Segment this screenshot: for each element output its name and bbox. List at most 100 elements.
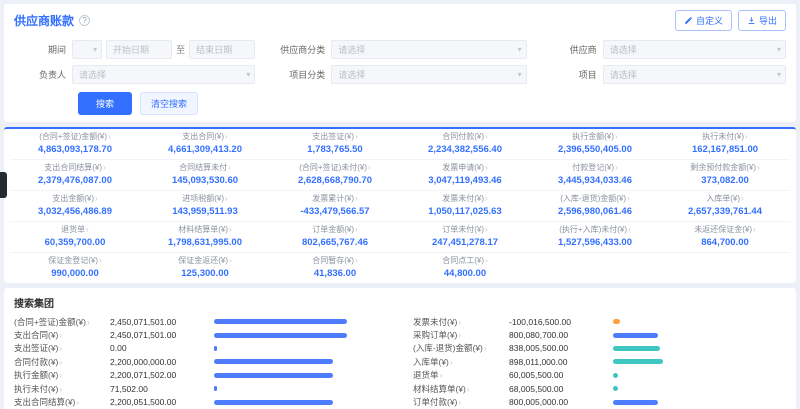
metric-label[interactable]: 材料结算单(¥)› bbox=[413, 383, 509, 395]
chevron-right-icon: › bbox=[59, 384, 62, 394]
metric-bar-track bbox=[214, 346, 387, 351]
project-placeholder: 请选择 bbox=[610, 68, 637, 81]
metric-label[interactable]: 支出合同(¥)› bbox=[14, 329, 110, 341]
end-date-input[interactable]: 结束日期 bbox=[189, 40, 255, 59]
stat-cell[interactable]: 发票申请(¥)› 3,047,119,493.46 bbox=[400, 160, 530, 191]
chevron-right-icon: › bbox=[458, 397, 461, 407]
stat-cell[interactable]: 剩余预付款金额(¥)› 373,082.00 bbox=[660, 160, 790, 191]
start-date-input[interactable]: 开始日期 bbox=[106, 40, 172, 59]
stat-cell[interactable]: (入库-退货)金额(¥)› 2,596,980,061.46 bbox=[530, 191, 660, 222]
chevron-right-icon: › bbox=[753, 225, 756, 234]
stat-cell[interactable]: 合同付款(¥)› 2,234,382,556.40 bbox=[400, 129, 530, 160]
stat-value: 2,596,980,061.46 bbox=[532, 206, 658, 217]
supplier-category-select[interactable]: 请选择 ▾ bbox=[331, 40, 526, 59]
metric-label[interactable]: 订单付款(¥)› bbox=[413, 396, 509, 408]
stat-cell[interactable]: 合同结算未付› 145,093,530.60 bbox=[140, 160, 270, 191]
stat-label: 合同结算未付› bbox=[142, 163, 268, 173]
stat-value: 162,167,851.00 bbox=[662, 144, 788, 155]
start-date-placeholder: 开始日期 bbox=[113, 43, 149, 56]
stat-cell[interactable]: 合同点工(¥)› 44,800.00 bbox=[400, 253, 530, 283]
chevron-right-icon: › bbox=[76, 397, 79, 407]
project-category-select[interactable]: 请选择 ▾ bbox=[331, 65, 526, 84]
metric-label[interactable]: 支出合同结算(¥)› bbox=[14, 396, 110, 408]
stat-cell[interactable]: 未返还保证金(¥)› 864,700.00 bbox=[660, 222, 790, 253]
stat-cell[interactable]: 合同暂存(¥)› 41,836.00 bbox=[270, 253, 400, 283]
metric-row: 采购订单(¥)› 800,080,700.00 bbox=[413, 328, 786, 341]
stat-cell[interactable]: (执行+入库)未付(¥)› 1,527,596,433.00 bbox=[530, 222, 660, 253]
stat-cell[interactable]: 执行未付(¥)› 162,167,851.00 bbox=[660, 129, 790, 160]
chevron-right-icon: › bbox=[355, 194, 358, 203]
metric-value: 2,200,000,000.00 bbox=[110, 357, 214, 367]
metric-row: 退货单› 60,005,500.00 bbox=[413, 369, 786, 382]
metric-bar-track bbox=[214, 359, 387, 364]
breakdown-col-right: 发票未付(¥)› -100,016,500.00 采购订单(¥)› 800,08… bbox=[413, 315, 786, 409]
customize-button[interactable]: 自定义 bbox=[675, 10, 732, 31]
chevron-right-icon: › bbox=[627, 194, 630, 203]
stat-cell[interactable]: 保证金返还(¥)› 125,300.00 bbox=[140, 253, 270, 283]
chevron-right-icon: › bbox=[741, 194, 744, 203]
metric-label[interactable]: (入库-退货)金额(¥)› bbox=[413, 342, 509, 354]
period-type-select[interactable]: ▾ bbox=[72, 40, 102, 59]
stat-cell[interactable]: 发票未付(¥)› 1,050,117,025.63 bbox=[400, 191, 530, 222]
chevron-right-icon: › bbox=[95, 194, 98, 203]
metric-label[interactable]: 发票未付(¥)› bbox=[413, 316, 509, 328]
stat-cell[interactable]: 支出金额(¥)› 3,032,456,486.89 bbox=[10, 191, 140, 222]
stat-value: 1,798,631,995.00 bbox=[142, 237, 268, 248]
stat-cell[interactable]: 保证金登记(¥)› 990,000.00 bbox=[10, 253, 140, 283]
supplier-select[interactable]: 请选择 ▾ bbox=[603, 40, 786, 59]
chevron-right-icon: › bbox=[225, 132, 228, 141]
metric-bar bbox=[214, 400, 333, 405]
stat-label: 支出签证(¥)› bbox=[272, 132, 398, 142]
stat-label: 发票未付(¥)› bbox=[402, 194, 528, 204]
stat-cell[interactable]: 材料结算单(¥)› 1,798,631,995.00 bbox=[140, 222, 270, 253]
stat-cell[interactable]: 订单未付(¥)› 247,451,278.17 bbox=[400, 222, 530, 253]
metric-row: 支出签证(¥)› 0.00 bbox=[14, 342, 387, 355]
stat-cell[interactable]: 支出合同结算(¥)› 2,379,476,087.00 bbox=[10, 160, 140, 191]
export-button[interactable]: 导出 bbox=[738, 10, 786, 31]
metric-row: 订单付款(¥)› 800,005,000.00 bbox=[413, 395, 786, 408]
stat-cell[interactable]: 执行金额(¥)› 2,396,550,405.00 bbox=[530, 129, 660, 160]
drawer-handle[interactable] bbox=[0, 172, 7, 198]
stat-cell[interactable]: (合同+签证)未付(¥)› 2,628,668,790.70 bbox=[270, 160, 400, 191]
header-card: 供应商账款 ? 自定义 导出 期间 ▾ bbox=[4, 4, 796, 122]
metric-label[interactable]: 执行金额(¥)› bbox=[14, 369, 110, 381]
metric-row: 支出合同结算(¥)› 2,200,051,500.00 bbox=[14, 395, 387, 408]
stat-cell[interactable]: 付款登记(¥)› 3,445,934,033.46 bbox=[530, 160, 660, 191]
metric-label[interactable]: 退货单› bbox=[413, 369, 509, 381]
customize-label: 自定义 bbox=[696, 14, 723, 27]
metric-label[interactable]: 执行未付(¥)› bbox=[14, 383, 110, 395]
metric-value: 800,005,000.00 bbox=[509, 397, 613, 407]
stat-cell[interactable]: (合同+签证)金额(¥)› 4,863,093,178.70 bbox=[10, 129, 140, 160]
metric-bar-track bbox=[613, 373, 786, 378]
stat-value: 44,800.00 bbox=[402, 268, 528, 279]
metric-label[interactable]: 合同付款(¥)› bbox=[14, 356, 110, 368]
chevron-right-icon: › bbox=[615, 163, 618, 172]
help-icon[interactable]: ? bbox=[79, 15, 90, 26]
stat-cell[interactable]: 退货单› 60,359,700.00 bbox=[10, 222, 140, 253]
search-button[interactable]: 搜索 bbox=[78, 92, 132, 115]
page: 供应商账款 ? 自定义 导出 期间 ▾ bbox=[0, 0, 800, 409]
clear-search-button[interactable]: 清空搜索 bbox=[140, 92, 198, 115]
metric-label[interactable]: (合同+签证)金额(¥)› bbox=[14, 316, 110, 328]
project-select[interactable]: 请选择 ▾ bbox=[603, 65, 786, 84]
metric-value: 2,450,071,501.00 bbox=[110, 317, 214, 327]
stat-cell[interactable]: 支出签证(¥)› 1,783,765.50 bbox=[270, 129, 400, 160]
metric-label[interactable]: 支出签证(¥)› bbox=[14, 342, 110, 354]
chevron-right-icon: › bbox=[228, 163, 231, 172]
filter-owner: 负责人 请选择 ▾ bbox=[14, 65, 255, 84]
metric-row: (合同+签证)金额(¥)› 2,450,071,501.00 bbox=[14, 315, 387, 328]
owner-select[interactable]: 请选择 ▾ bbox=[72, 65, 255, 84]
metric-row: 入库单(¥)› 898,011,000.00 bbox=[413, 355, 786, 368]
chevron-right-icon: › bbox=[355, 225, 358, 234]
stat-cell[interactable]: 订单金额(¥)› 802,665,767.46 bbox=[270, 222, 400, 253]
metric-value: -100,016,500.00 bbox=[509, 317, 613, 327]
chevron-right-icon: › bbox=[59, 330, 62, 340]
metric-label[interactable]: 采购订单(¥)› bbox=[413, 329, 509, 341]
chevron-down-icon: ▾ bbox=[518, 70, 522, 79]
stat-cell[interactable]: 发票累计(¥)› -433,479,566.57 bbox=[270, 191, 400, 222]
metric-label[interactable]: 入库单(¥)› bbox=[413, 356, 509, 368]
stat-cell[interactable]: 入库单(¥)› 2,657,339,761.44 bbox=[660, 191, 790, 222]
stat-cell[interactable]: 支出合同(¥)› 4,661,309,413.20 bbox=[140, 129, 270, 160]
stat-cell[interactable]: 进项税额(¥)› 143,959,511.93 bbox=[140, 191, 270, 222]
stat-value: 990,000.00 bbox=[12, 268, 138, 279]
